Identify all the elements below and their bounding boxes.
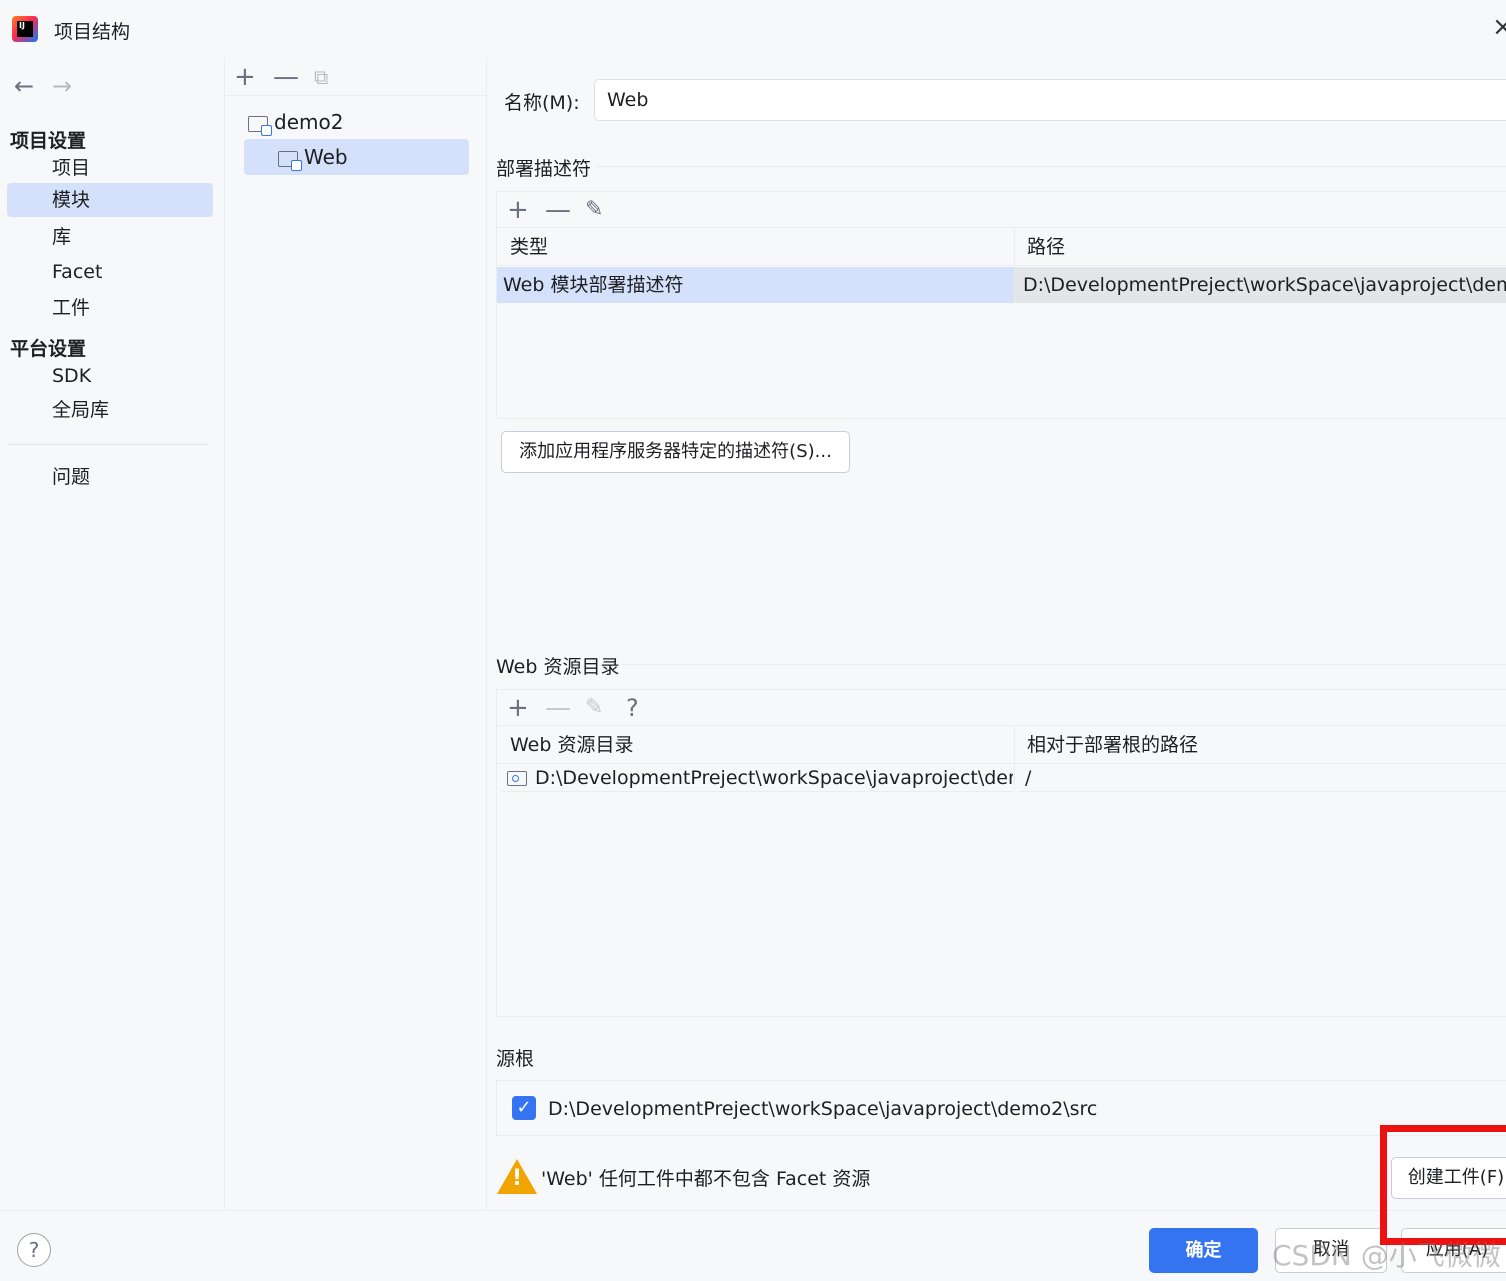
help-icon[interactable]: ? — [626, 692, 639, 724]
tree-node-label: demo2 — [274, 110, 344, 134]
remove-icon[interactable]: — — [545, 692, 571, 724]
nav-item-modules[interactable]: 模块 — [7, 183, 213, 217]
window-title: 项目结构 — [54, 21, 131, 43]
column-divider — [1014, 726, 1015, 790]
descriptor-path-cell[interactable]: D:\DevelopmentPreject\workSpace\javaproj… — [1015, 267, 1506, 303]
nav-item-sdk[interactable]: SDK — [7, 359, 213, 393]
nav-item-problems[interactable]: 问题 — [7, 460, 213, 494]
deployment-descriptors-title: 部署描述符 — [496, 158, 592, 180]
platform-settings-header: 平台设置 — [10, 338, 87, 360]
deployment-descriptor-panel: + — ✎ 类型 路径 Web 模块部署描述符 D:\DevelopmentPr… — [496, 191, 1506, 419]
source-root-checkbox[interactable]: ✓ — [512, 1096, 536, 1120]
add-icon[interactable]: + — [507, 194, 529, 226]
csdn-watermark: CSDN @小飞微微 — [1272, 1239, 1501, 1272]
nav-item-global-libraries[interactable]: 全局库 — [7, 393, 213, 427]
column-header-relative-path[interactable]: 相对于部署根的路径 — [1014, 726, 1506, 764]
name-label: 名称(M): — [504, 92, 580, 114]
nav-item-facets[interactable]: Facet — [7, 255, 213, 289]
module-folder-icon — [248, 115, 272, 136]
column-header-type[interactable]: 类型 — [497, 228, 1014, 266]
footer-divider — [0, 1210, 1506, 1211]
descriptor-type-cell[interactable]: Web 模块部署描述符 — [497, 267, 1014, 303]
web-module-icon — [278, 150, 302, 171]
add-icon[interactable]: + — [507, 692, 529, 724]
web-resources-title: Web 资源目录 — [496, 656, 620, 678]
ok-button[interactable]: 确定 — [1149, 1228, 1258, 1273]
copy-icon[interactable]: ⧉ — [314, 62, 328, 92]
tree-toolbar: + — ⧉ — [226, 58, 487, 96]
web-folder-icon — [507, 771, 527, 786]
close-icon[interactable]: × — [1492, 12, 1506, 42]
module-name-input[interactable]: Web — [594, 79, 1506, 121]
edit-pencil-icon[interactable]: ✎ — [585, 194, 603, 226]
edit-pencil-icon[interactable]: ✎ — [585, 692, 603, 724]
title-bar: IJ 项目结构 × — [0, 0, 1506, 58]
remove-icon[interactable]: — — [545, 194, 571, 226]
source-roots-panel: ✓ D:\DevelopmentPreject\workSpace\javapr… — [496, 1080, 1506, 1136]
nav-item-libraries[interactable]: 库 — [7, 220, 213, 254]
tree-node-web[interactable]: Web — [244, 139, 469, 175]
highlight-annotation-box — [1380, 1125, 1506, 1245]
settings-nav: ← → 项目设置 项目 模块 库 Facet 工件 平台设置 SDK 全局库 问… — [0, 58, 225, 1210]
project-settings-header: 项目设置 — [10, 130, 87, 152]
tree-node-demo2[interactable]: demo2 — [248, 104, 478, 140]
web-resource-panel: + — ✎ ? Web 资源目录 相对于部署根的路径 D:\Developmen… — [496, 689, 1506, 1017]
nav-item-project[interactable]: 项目 — [7, 151, 213, 185]
column-header-web-resource-dir[interactable]: Web 资源目录 — [497, 726, 1014, 764]
back-arrow-icon[interactable]: ← — [14, 72, 34, 100]
relative-path-cell[interactable]: / — [1019, 764, 1506, 792]
section-divider — [596, 166, 1506, 167]
column-header-path[interactable]: 路径 — [1014, 228, 1506, 266]
nav-item-artifacts[interactable]: 工件 — [7, 291, 213, 325]
module-details: 名称(M): Web 部署描述符 + — ✎ 类型 路径 Web 模块部署描述符… — [488, 58, 1506, 1210]
section-divider — [622, 664, 1506, 665]
descriptor-toolbar: + — ✎ — [497, 192, 1506, 228]
source-root-path: D:\DevelopmentPreject\workSpace\javaproj… — [548, 1098, 1098, 1120]
add-server-descriptor-button[interactable]: 添加应用程序服务器特定的描述符(S)... — [501, 431, 850, 473]
web-resource-dir-cell: D:\DevelopmentPreject\workSpace\javaproj… — [535, 767, 1013, 789]
remove-icon[interactable]: — — [273, 62, 299, 92]
intellij-logo-icon: IJ — [12, 16, 38, 42]
forward-arrow-icon[interactable]: → — [52, 72, 72, 100]
web-resource-row[interactable]: D:\DevelopmentPreject\workSpace\javaproj… — [501, 764, 1013, 792]
warning-mark: ! — [512, 1166, 523, 1191]
add-icon[interactable]: + — [234, 62, 256, 92]
nav-divider — [8, 444, 208, 445]
module-tree-pane: + — ⧉ demo2 Web — [226, 58, 487, 1210]
web-resource-toolbar: + — ✎ ? — [497, 690, 1506, 726]
tree-node-label: Web — [304, 145, 348, 169]
help-button[interactable]: ? — [17, 1233, 51, 1267]
warning-text: 'Web' 任何工件中都不包含 Facet 资源 — [541, 1168, 871, 1190]
source-roots-title: 源根 — [496, 1048, 535, 1070]
